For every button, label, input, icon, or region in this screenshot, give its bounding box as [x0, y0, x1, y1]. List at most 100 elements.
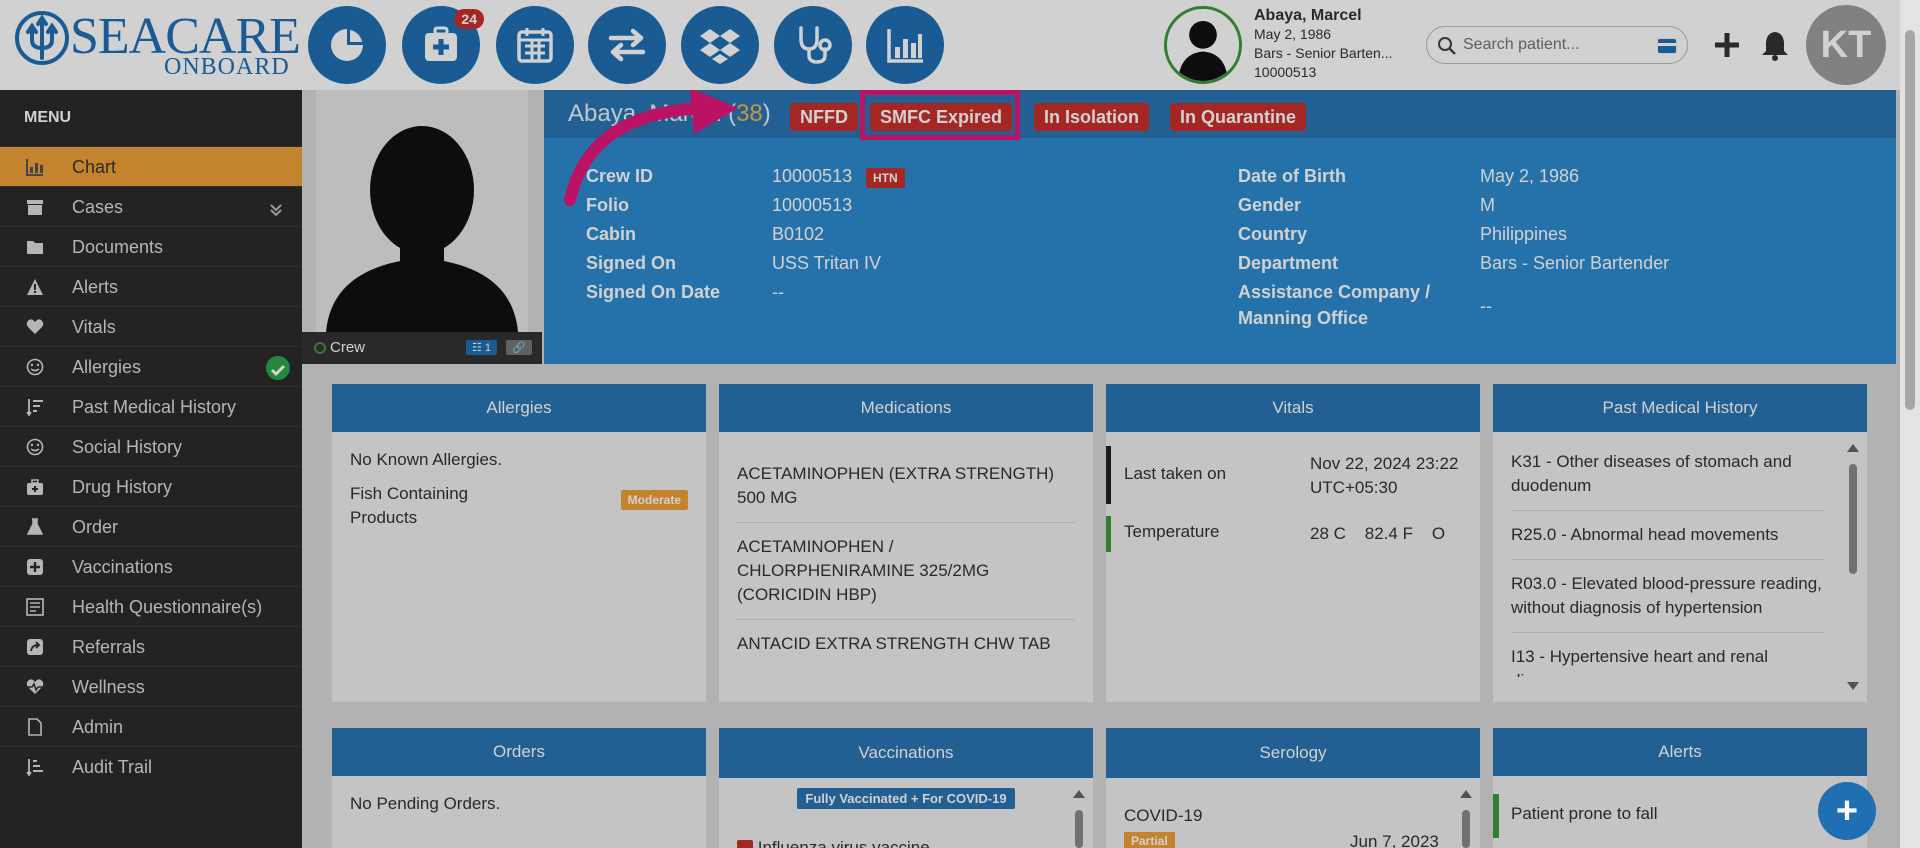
sidebar-item-cases[interactable]: Cases — [0, 186, 302, 226]
pmh-item[interactable]: K31 - Other diseases of stomach and duod… — [1511, 438, 1823, 511]
sidebar-item-admin[interactable]: Admin — [0, 706, 302, 746]
link-icon[interactable]: 🔗 — [506, 340, 532, 355]
sidebar-item-label: Order — [72, 517, 119, 537]
field-label-country: Country — [1238, 224, 1307, 244]
sidebar-item-alerts[interactable]: Alerts — [0, 266, 302, 306]
stethoscope-button[interactable] — [774, 6, 852, 84]
chevron-down-icon[interactable] — [268, 195, 284, 219]
field-label-department: Department — [1238, 253, 1339, 273]
sidebar-item-vaccinations[interactable]: Vaccinations — [0, 546, 302, 586]
trident-icon — [15, 11, 69, 65]
transfer-button[interactable] — [588, 6, 666, 84]
serology-scrollbar[interactable] — [1460, 784, 1472, 848]
floating-add-button[interactable]: + — [1818, 782, 1876, 840]
alerts-card-title[interactable]: Alerts — [1493, 728, 1867, 776]
smfc-expired-highlight — [860, 90, 1020, 140]
sidebar-item-wellness[interactable]: Wellness — [0, 666, 302, 706]
dropbox-icon — [700, 29, 740, 64]
field-label-signed-on: Signed On — [586, 253, 676, 273]
vaccination-name: Influenza virus vaccine — [757, 838, 930, 848]
vitals-card: Vitals Last taken on Nov 22, 2024 23:22 U… — [1106, 384, 1480, 702]
field-label-cabin: Cabin — [586, 224, 637, 244]
serology-item[interactable]: COVID-19 — [1124, 806, 1202, 826]
medkit-icon — [27, 479, 43, 495]
add-icon[interactable] — [1710, 28, 1744, 62]
sidebar-item-label: Vitals — [72, 317, 116, 337]
field-label-signed-on-date: Signed On Date — [586, 282, 721, 302]
card-icon[interactable] — [1657, 38, 1677, 54]
dropbox-button[interactable] — [681, 6, 759, 84]
reports-button[interactable] — [866, 6, 944, 84]
field-label-manning-office: Manning Office — [1238, 308, 1368, 328]
orders-card-title[interactable]: Orders — [332, 728, 706, 776]
pmh-item[interactable]: R03.0 - Elevated blood-pressure reading,… — [1511, 560, 1823, 633]
sidebar-item-vitals[interactable]: Vitals — [0, 306, 302, 346]
new-case-button[interactable]: 24 — [402, 6, 484, 84]
sidebar-item-health-questionnaires[interactable]: Health Questionnaire(s) — [0, 586, 302, 626]
bell-icon[interactable] — [1758, 28, 1792, 62]
vital-value: 28 C 82.4 F O — [1310, 524, 1446, 543]
dashboard-button[interactable] — [308, 6, 386, 84]
vaccinations-card-title[interactable]: Vaccinations — [719, 728, 1093, 778]
sidebar-item-documents[interactable]: Documents — [0, 226, 302, 266]
pie-chart-icon — [331, 29, 363, 61]
medications-card-title[interactable]: Medications — [719, 384, 1093, 432]
plus-square-icon — [27, 559, 43, 575]
check-circle-icon — [266, 356, 290, 380]
current-patient-summary[interactable]: Abaya, Marcel May 2, 1986 Bars - Senior … — [1164, 6, 1414, 84]
sidebar-item-order[interactable]: Order — [0, 506, 302, 546]
vitals-card-title[interactable]: Vitals — [1106, 384, 1480, 432]
tag-in-isolation[interactable]: In Isolation — [1034, 103, 1150, 131]
patient-photo[interactable] — [316, 90, 528, 332]
medication-item[interactable]: ACETAMINOPHEN / CHLORPHENIRAMINE 325/2MG… — [737, 523, 1075, 620]
top-header: SEACARE ONBOARD 24 Abaya, Marcel May 2, … — [0, 0, 1900, 90]
field-value-department: Bars - Senior Bartender — [1480, 253, 1670, 273]
pmh-item[interactable]: R25.0 - Abnormal head movements — [1511, 511, 1823, 560]
sidebar-item-label: Wellness — [72, 677, 145, 697]
medication-item[interactable]: ACETAMINOPHEN (EXTRA STRENGTH) 500 MG — [737, 450, 1075, 523]
sidebar-item-past-medical-history[interactable]: Past Medical History — [0, 386, 302, 426]
share-square-icon — [27, 639, 43, 655]
tag-in-quarantine[interactable]: In Quarantine — [1170, 103, 1307, 131]
sidebar-item-chart[interactable]: Chart — [0, 146, 302, 186]
sidebar-item-allergies[interactable]: Allergies — [0, 346, 302, 386]
sidebar-item-drug-history[interactable]: Drug History — [0, 466, 302, 506]
allergies-card-title[interactable]: Allergies — [332, 384, 706, 432]
patient-search[interactable] — [1426, 26, 1688, 64]
vaccinations-scrollbar[interactable] — [1073, 784, 1085, 848]
search-input[interactable] — [1463, 32, 1653, 58]
sidebar-item-label: Social History — [72, 437, 183, 457]
pmh-card-title[interactable]: Past Medical History — [1493, 384, 1867, 432]
alert-badge-icon — [737, 840, 753, 848]
sidebar-item-social-history[interactable]: Social History — [0, 426, 302, 466]
sidebar-item-label: Drug History — [72, 477, 173, 497]
serology-date: Jun 7, 2023 — [1350, 832, 1439, 848]
calendar-button[interactable] — [496, 6, 574, 84]
sidebar-item-label: Allergies — [72, 357, 142, 377]
vital-temperature[interactable]: Temperature 28 C 82.4 F O — [1106, 516, 1480, 552]
annotation-arrow — [564, 90, 738, 206]
page-scrollbar[interactable] — [1900, 0, 1920, 848]
sort-amount-icon — [26, 759, 43, 776]
alert-item[interactable]: Patient prone to fall — [1511, 804, 1657, 824]
user-avatar[interactable]: KT — [1806, 5, 1886, 85]
pmh-item[interactable]: I13 - Hypertensive heart and renal disea… — [1511, 633, 1823, 677]
tag-nffd[interactable]: NFFD — [790, 103, 858, 131]
vital-last-taken[interactable]: Last taken on Nov 22, 2024 23:22 UTC+05:3… — [1106, 446, 1480, 504]
crew-count-badge[interactable]: ☷ 1 — [466, 340, 498, 355]
sidebar-item-label: Vaccinations — [72, 557, 173, 577]
pmh-scrollbar[interactable] — [1847, 440, 1859, 694]
form-icon — [26, 598, 44, 616]
serology-card-title[interactable]: Serology — [1106, 728, 1480, 778]
archive-icon — [27, 200, 43, 215]
vaccination-item[interactable]: Influenza virus vaccine — [737, 838, 930, 848]
page-scrollbar-thumb[interactable] — [1905, 30, 1915, 410]
seacare-logo[interactable]: SEACARE ONBOARD — [14, 8, 301, 80]
sidebar-item-label: Health Questionnaire(s) — [72, 597, 263, 617]
calendar-icon — [517, 28, 553, 63]
sidebar-item-audit-trail[interactable]: Audit Trail — [0, 746, 302, 786]
medication-item[interactable]: ANTACID EXTRA STRENGTH CHW TAB — [737, 620, 1075, 668]
smile-icon — [26, 358, 44, 376]
htn-badge[interactable]: HTN — [866, 168, 905, 188]
sidebar-item-referrals[interactable]: Referrals — [0, 626, 302, 666]
